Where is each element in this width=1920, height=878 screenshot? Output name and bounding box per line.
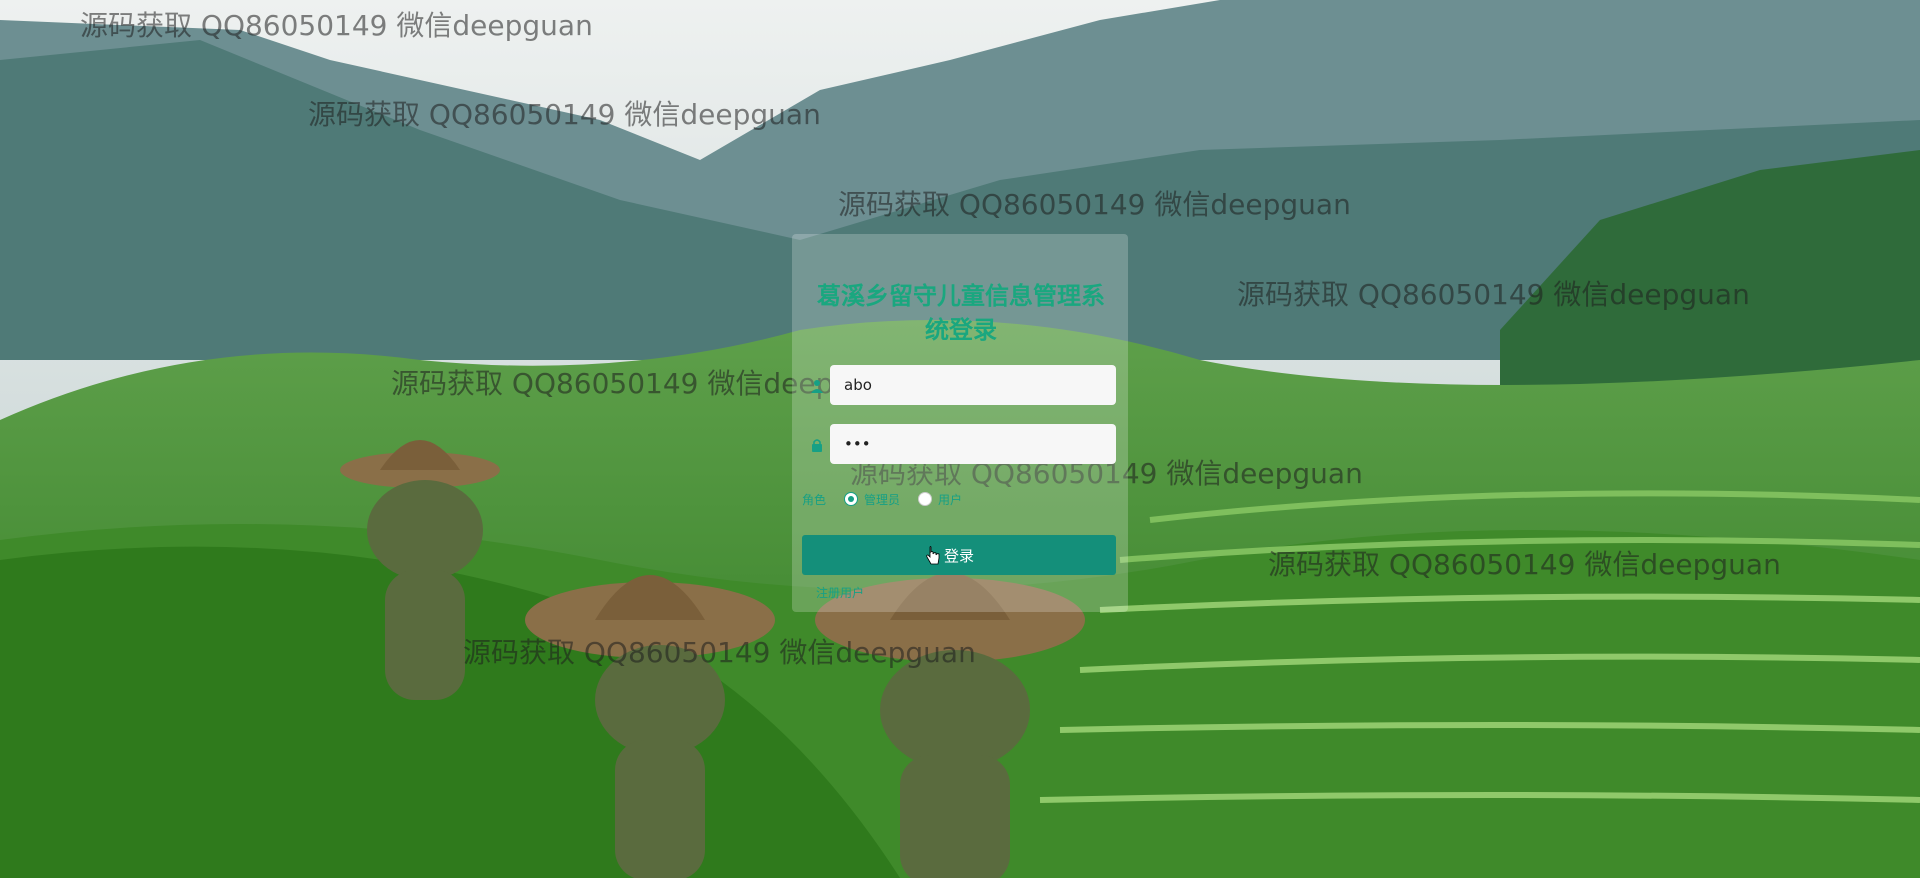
radio-admin[interactable] <box>844 492 859 506</box>
login-button[interactable]: 登录 <box>802 535 1116 575</box>
lock-icon <box>810 438 824 452</box>
role-option-label: 用户 <box>938 492 963 507</box>
role-option-admin[interactable]: 管理员 <box>844 491 900 508</box>
password-input[interactable] <box>842 434 1104 454</box>
role-selector: 角色 管理员 用户 <box>802 490 980 508</box>
role-option-label: 管理员 <box>864 492 901 507</box>
role-option-user[interactable]: 用户 <box>918 491 962 508</box>
user-icon <box>810 379 824 393</box>
password-field[interactable] <box>830 424 1116 464</box>
username-field[interactable] <box>830 365 1116 405</box>
page-title: 葛溪乡留守儿童信息管理系统登录 <box>817 282 1105 344</box>
role-label: 角色 <box>802 492 827 507</box>
username-input[interactable] <box>842 375 1104 395</box>
hand-cursor-icon <box>926 546 940 568</box>
register-link[interactable]: 注册用户 <box>816 584 864 601</box>
radio-user[interactable] <box>918 492 933 506</box>
